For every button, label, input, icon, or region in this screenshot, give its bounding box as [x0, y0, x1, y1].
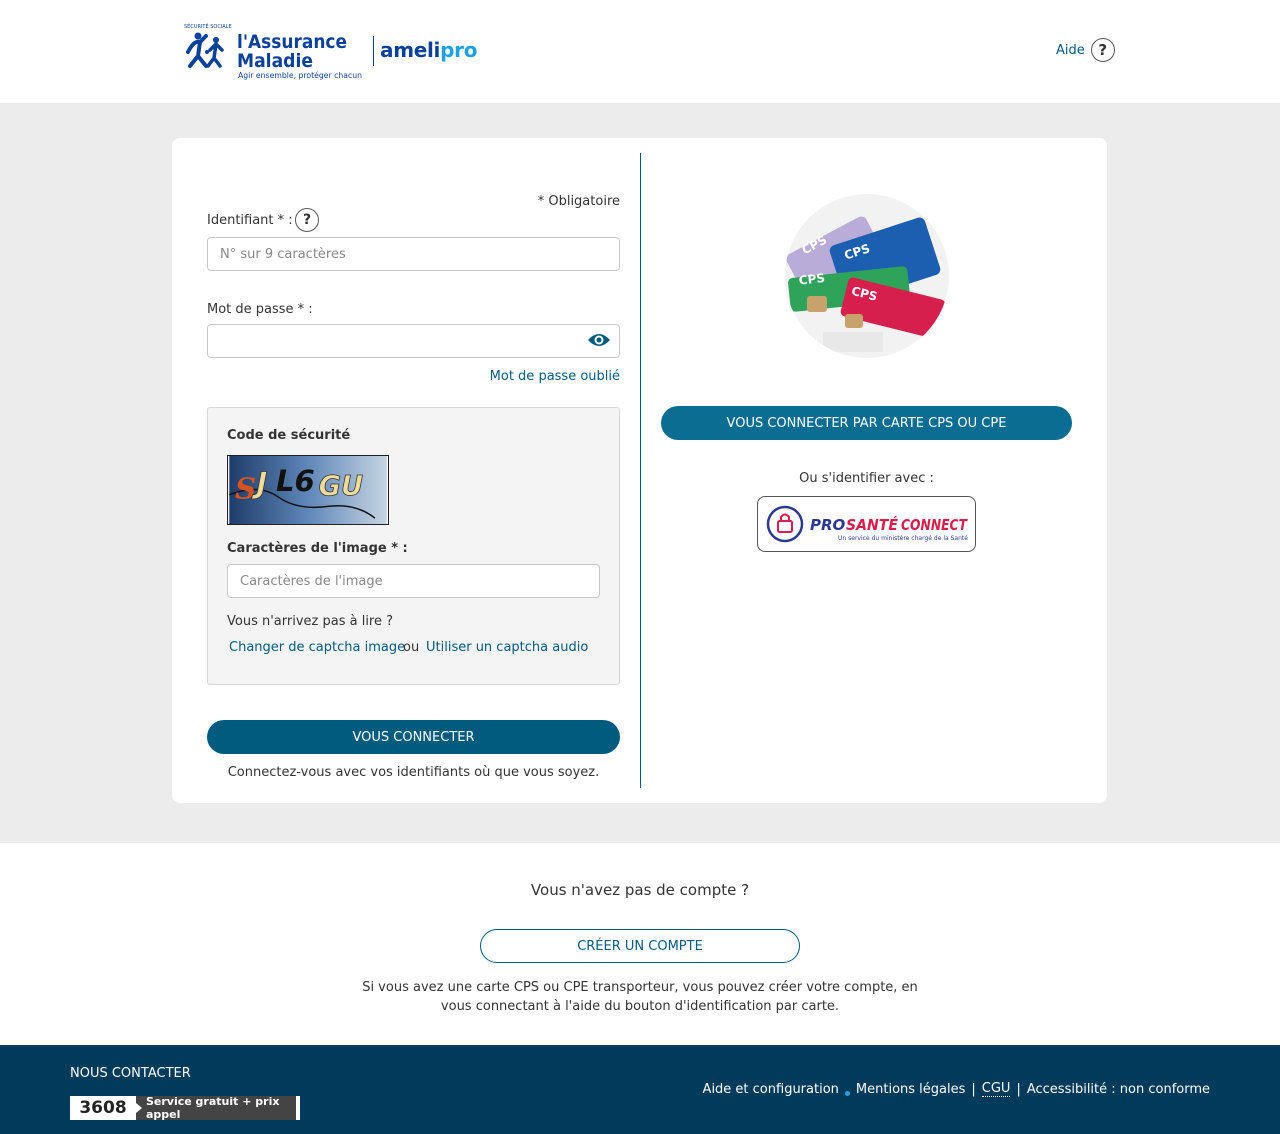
accessibility-link[interactable]: Accessibilité : non conforme	[1027, 1082, 1210, 1097]
captcha-image: S J L6 GU	[227, 455, 389, 525]
brand-tagline: Agir ensemble, protéger chacun	[238, 70, 362, 80]
cgu-link[interactable]: CGU	[981, 1081, 1011, 1097]
footer-separator: |	[1016, 1081, 1021, 1097]
column-divider	[640, 153, 641, 788]
brand-name-line2: Maladie	[237, 50, 313, 72]
amelipro-logo-ameli: ameli	[380, 38, 441, 62]
amelipro-logo[interactable]: amelipro	[380, 38, 477, 62]
captcha-input[interactable]	[227, 564, 600, 598]
site-footer: NOUS CONTACTER 3608 Service gratuit + pr…	[0, 1045, 1280, 1134]
cps-cards-illustration: CPS CPS CPS CPS	[785, 194, 949, 358]
login-submit-button[interactable]: VOUS CONNECTER	[207, 720, 620, 754]
captcha-title: Code de sécurité	[227, 428, 351, 443]
phone-note: Service gratuit + prix appel	[136, 1095, 300, 1121]
change-captcha-link[interactable]: Changer de captcha image	[229, 640, 405, 655]
required-note: * Obligatoire	[537, 194, 620, 209]
svg-text:CPS: CPS	[798, 271, 826, 288]
footer-links: Aide et configuration Mentions légales |…	[703, 1081, 1210, 1097]
legal-link[interactable]: Mentions légales	[856, 1082, 965, 1097]
site-header: SÉCURITÉ SOCIALE l'Assurance Maladie Agi…	[0, 0, 1280, 103]
svg-text:GU: GU	[319, 471, 363, 502]
phone-number: 3608	[70, 1096, 136, 1120]
password-input[interactable]	[207, 324, 620, 358]
captcha-cannot-read: Vous n'arrivez pas à lire ?	[227, 614, 394, 629]
bullet-icon	[844, 1090, 850, 1096]
identifier-label: Identifiant * :	[207, 213, 293, 228]
arrow-right-icon	[136, 1103, 142, 1113]
assurance-maladie-logo[interactable]: SÉCURITÉ SOCIALE l'Assurance Maladie Agi…	[180, 22, 370, 82]
footer-separator: |	[971, 1081, 976, 1097]
create-account-button[interactable]: CRÉER UN COMPTE	[480, 929, 800, 963]
brand-figures-icon	[186, 32, 224, 68]
lock-icon	[777, 520, 793, 533]
svg-text:Un service du ministère chargé: Un service du ministère chargé de la San…	[838, 535, 968, 542]
amelipro-logo-pro: pro	[440, 38, 478, 62]
svg-text:SANTÉ: SANTÉ	[846, 515, 899, 534]
forgot-password-link[interactable]: Mot de passe oublié	[480, 369, 620, 384]
question-circle-icon: ?	[1090, 38, 1115, 62]
password-label: Mot de passe * :	[207, 302, 313, 317]
no-account-text: Si vous avez une carte CPS ou CPE transp…	[362, 980, 918, 1014]
identifier-input[interactable]	[207, 237, 620, 271]
no-account-title: Vous n'avez pas de compte ?	[530, 881, 750, 899]
captcha-input-label: Caractères de l'image * :	[227, 541, 408, 556]
or-identify-label: Ou s'identifier avec :	[799, 471, 934, 486]
identifier-help-icon[interactable]: ?	[295, 208, 319, 232]
login-hint: Connectez-vous avec vos identifiants où …	[227, 765, 600, 780]
logo-separator	[373, 36, 374, 66]
captcha-or: ou	[403, 640, 420, 655]
svg-text:CONNECT: CONNECT	[901, 516, 968, 534]
pro-sante-connect-logo: PRO SANTÉ CONNECT Un service du ministèr…	[766, 505, 968, 543]
brand-arc-text: SÉCURITÉ SOCIALE	[184, 22, 232, 30]
svg-text:S: S	[235, 472, 256, 506]
help-link[interactable]: Aide ?	[1056, 38, 1115, 62]
pro-sante-connect-button[interactable]: PRO SANTÉ CONNECT Un service du ministèr…	[757, 496, 976, 552]
help-label: Aide	[1056, 42, 1085, 58]
svg-text:L6: L6	[276, 464, 315, 498]
help-config-link[interactable]: Aide et configuration	[703, 1082, 839, 1097]
audio-captcha-link[interactable]: Utiliser un captcha audio	[426, 640, 588, 655]
eye-icon[interactable]	[587, 331, 611, 349]
contact-link[interactable]: NOUS CONTACTER	[70, 1066, 191, 1081]
svg-text:PRO: PRO	[810, 516, 846, 534]
phone-note-text: Service gratuit + prix appel	[146, 1095, 280, 1121]
phone-badge[interactable]: 3608 Service gratuit + prix appel	[70, 1095, 300, 1121]
cps-login-button[interactable]: VOUS CONNECTER PAR CARTE CPS OU CPE	[661, 406, 1072, 440]
